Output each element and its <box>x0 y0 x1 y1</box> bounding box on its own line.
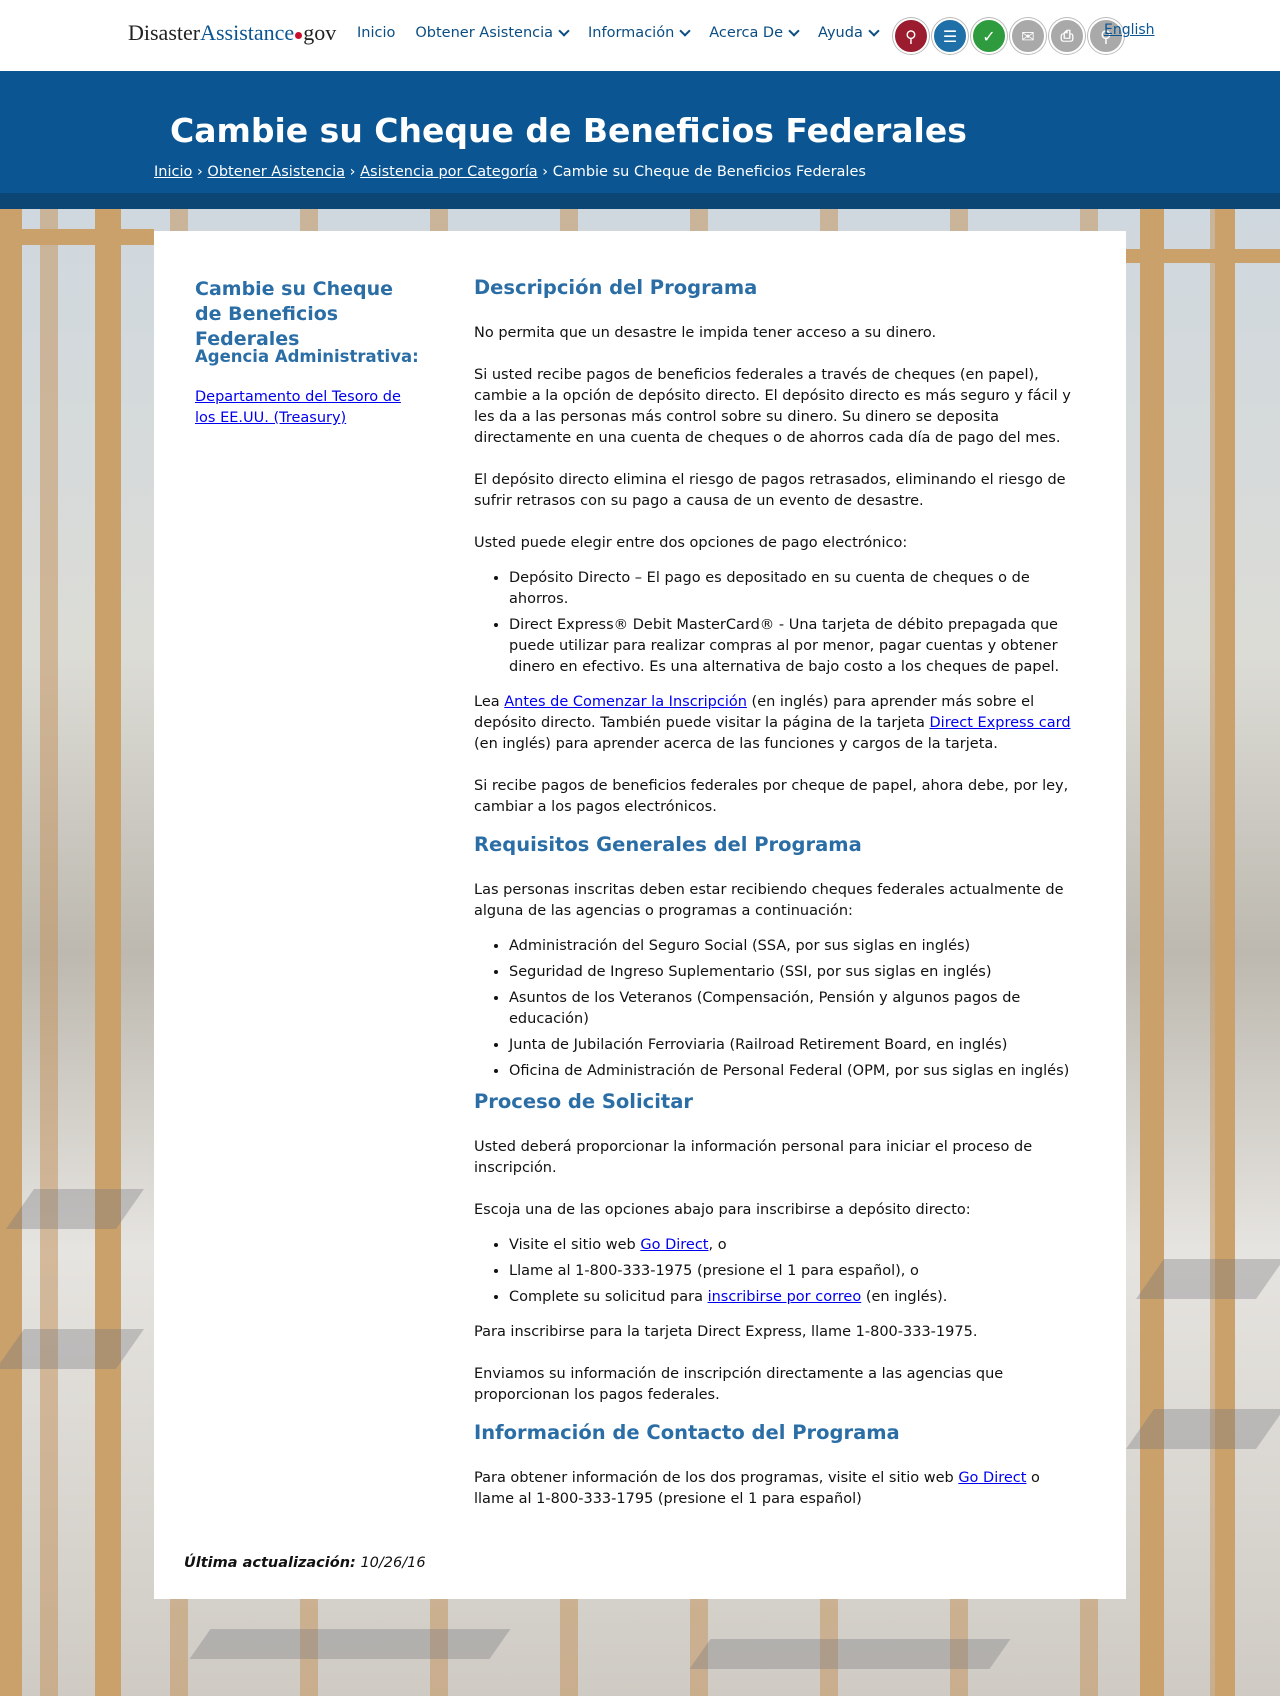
paragraph: Enviamos su información de inscripción d… <box>474 1366 1004 1403</box>
page-title: Cambie su Cheque de Beneficios Federales <box>170 111 967 150</box>
list-item: Asuntos de los Veteranos (Compensación, … <box>509 988 1074 1030</box>
site-logo[interactable]: DisasterAssistance gov <box>128 20 336 46</box>
breadcrumb-link-obtener-asistencia[interactable]: Obtener Asistencia <box>207 164 345 180</box>
nav-item-acerca-de[interactable]: Acerca De <box>709 25 800 41</box>
agencies-list: Administración del Seguro Social (SSA, p… <box>474 936 1074 1082</box>
chevron-down-icon <box>679 25 691 37</box>
text: (en inglés) para aprender acerca de las … <box>474 736 998 752</box>
last-updated: Última actualización: 10/26/16 <box>184 1555 426 1571</box>
list-item: Junta de Jubilación Ferroviaria (Railroa… <box>509 1035 1074 1056</box>
toolbar-icons: ⚲ ☰ ✓ ✉ ⎙ ⚲ <box>893 18 1124 54</box>
nav-label: Inicio <box>357 25 396 41</box>
last-updated-date: 10/26/16 <box>360 1555 426 1571</box>
chevron-down-icon <box>868 25 880 37</box>
nav-item-inicio[interactable]: Inicio <box>357 25 395 41</box>
breadcrumb-separator: › <box>349 164 356 180</box>
sidebar-title: Cambie su Cheque de Beneficios Federales <box>195 278 393 350</box>
main-nav: Inicio Obtener Asistencia Información Ac… <box>357 25 880 41</box>
print-icon[interactable]: ⎙ <box>1049 18 1085 54</box>
breadcrumb-link-inicio[interactable]: Inicio <box>154 164 192 180</box>
go-direct-contact-link[interactable]: Go Direct <box>958 1470 1026 1486</box>
list-item: Seguridad de Ingreso Suplementario (SSI,… <box>509 962 1074 983</box>
check-status-icon[interactable]: ✓ <box>971 18 1007 54</box>
floor-shadow <box>0 1329 145 1369</box>
chevron-down-icon <box>558 25 570 37</box>
go-direct-link[interactable]: Go Direct <box>640 1237 708 1253</box>
checklist-icon[interactable]: ☰ <box>932 18 968 54</box>
breadcrumb: Inicio › Obtener Asistencia › Asistencia… <box>154 164 866 180</box>
breadcrumb-separator: › <box>542 164 549 180</box>
wood-beam <box>0 229 154 245</box>
paragraph: Usted puede elegir entre dos opciones de… <box>474 535 908 551</box>
heading-descripcion: Descripción del Programa <box>474 276 758 299</box>
inscribirse-por-correo-link[interactable]: inscribirse por correo <box>708 1289 862 1305</box>
nav-label: Información <box>588 25 675 41</box>
breadcrumb-link-asistencia-por-categoria[interactable]: Asistencia por Categoría <box>360 164 538 180</box>
enrollment-options-list: Visite el sitio web Go Direct, o Llame a… <box>474 1235 1074 1308</box>
direct-express-card-link[interactable]: Direct Express card <box>930 715 1071 731</box>
paragraph: Las personas inscritas deben estar recib… <box>474 882 1064 919</box>
logo-text-assistance: Assistance <box>200 20 295 45</box>
text: Complete su solicitud para <box>509 1289 708 1305</box>
logo-text-disaster: Disaster <box>128 20 201 45</box>
last-updated-label: Última actualización: <box>184 1555 356 1571</box>
content-card: Cambie su Cheque de Beneficios Federales… <box>154 231 1126 1599</box>
nav-item-ayuda[interactable]: Ayuda <box>818 25 880 41</box>
heading-requisitos: Requisitos Generales del Programa <box>474 833 862 856</box>
banner-stripe <box>0 193 1280 209</box>
wood-beam <box>95 209 121 1696</box>
heading-proceso: Proceso de Solicitar <box>474 1090 694 1113</box>
text: Visite el sitio web <box>509 1237 641 1253</box>
list-item: Llame al 1-800-333-1975 (presione el 1 p… <box>509 1261 1074 1282</box>
top-header: DisasterAssistance gov Inicio Obtener Asi… <box>0 0 1280 71</box>
nav-item-informacion[interactable]: Información <box>588 25 691 41</box>
paragraph: El depósito directo elimina el riesgo de… <box>474 472 1066 509</box>
wood-beam <box>1126 249 1280 263</box>
wood-beam <box>1140 209 1164 1696</box>
floor-shadow <box>689 1639 1011 1669</box>
main-content: Descripción del Programa No permita que … <box>474 275 1074 1531</box>
disaster-search-icon[interactable]: ⚲ <box>893 18 929 54</box>
nav-item-obtener-asistencia[interactable]: Obtener Asistencia <box>415 25 570 41</box>
paragraph: Para inscribirse para la tarjeta Direct … <box>474 1324 978 1340</box>
paragraph: Usted deberá proporcionar la información… <box>474 1139 1033 1176</box>
paragraph: Para obtener información de los dos prog… <box>474 1468 1074 1510</box>
text: Para obtener información de los dos prog… <box>474 1470 959 1486</box>
paragraph: Si usted recibe pagos de beneficios fede… <box>474 367 1071 446</box>
wood-beam <box>1215 209 1235 1696</box>
chevron-down-icon <box>788 25 800 37</box>
floor-shadow <box>5 1189 145 1229</box>
wood-beam <box>0 209 22 1696</box>
sidebar-agency-link[interactable]: Departamento del Tesoro de los EE.UU. (T… <box>195 387 425 429</box>
paragraph: Si recibe pagos de beneficios federales … <box>474 778 1069 815</box>
logo-text-gov: gov <box>303 20 337 45</box>
payment-options-list: Depósito Directo – El pago es depositado… <box>474 568 1074 678</box>
english-language-link[interactable]: English <box>1104 22 1155 38</box>
list-item: Oficina de Administración de Personal Fe… <box>509 1061 1074 1082</box>
logo-dot-icon <box>295 32 303 39</box>
list-item: Depósito Directo – El pago es depositado… <box>509 568 1074 610</box>
antes-de-comenzar-link[interactable]: Antes de Comenzar la Inscripción <box>504 694 747 710</box>
list-item: Direct Express® Debit MasterCard® - Una … <box>509 615 1074 678</box>
breadcrumb-separator: › <box>196 164 203 180</box>
text: Lea <box>474 694 505 710</box>
breadcrumb-current: Cambie su Cheque de Beneficios Federales <box>552 164 866 180</box>
heading-contacto: Información de Contacto del Programa <box>474 1421 900 1444</box>
nav-label: Acerca De <box>709 25 784 41</box>
text: , o <box>708 1237 727 1253</box>
paragraph: Escoja una de las opciones abajo para in… <box>474 1202 971 1218</box>
text: (en inglés). <box>861 1289 948 1305</box>
paragraph: No permita que un desastre le impida ten… <box>474 325 937 341</box>
email-icon[interactable]: ✉ <box>1010 18 1046 54</box>
paragraph: Lea Antes de Comenzar la Inscripción (en… <box>474 692 1074 755</box>
list-item: Complete su solicitud para inscribirse p… <box>509 1287 1074 1308</box>
floor-shadow <box>1125 1409 1280 1449</box>
floor-shadow <box>189 1629 511 1659</box>
nav-label: Obtener Asistencia <box>415 25 554 41</box>
list-item: Administración del Seguro Social (SSA, p… <box>509 936 1074 957</box>
sidebar-agency-label: Agencia Administrativa: <box>195 347 419 366</box>
list-item: Visite el sitio web Go Direct, o <box>509 1235 1074 1256</box>
nav-label: Ayuda <box>818 25 863 41</box>
